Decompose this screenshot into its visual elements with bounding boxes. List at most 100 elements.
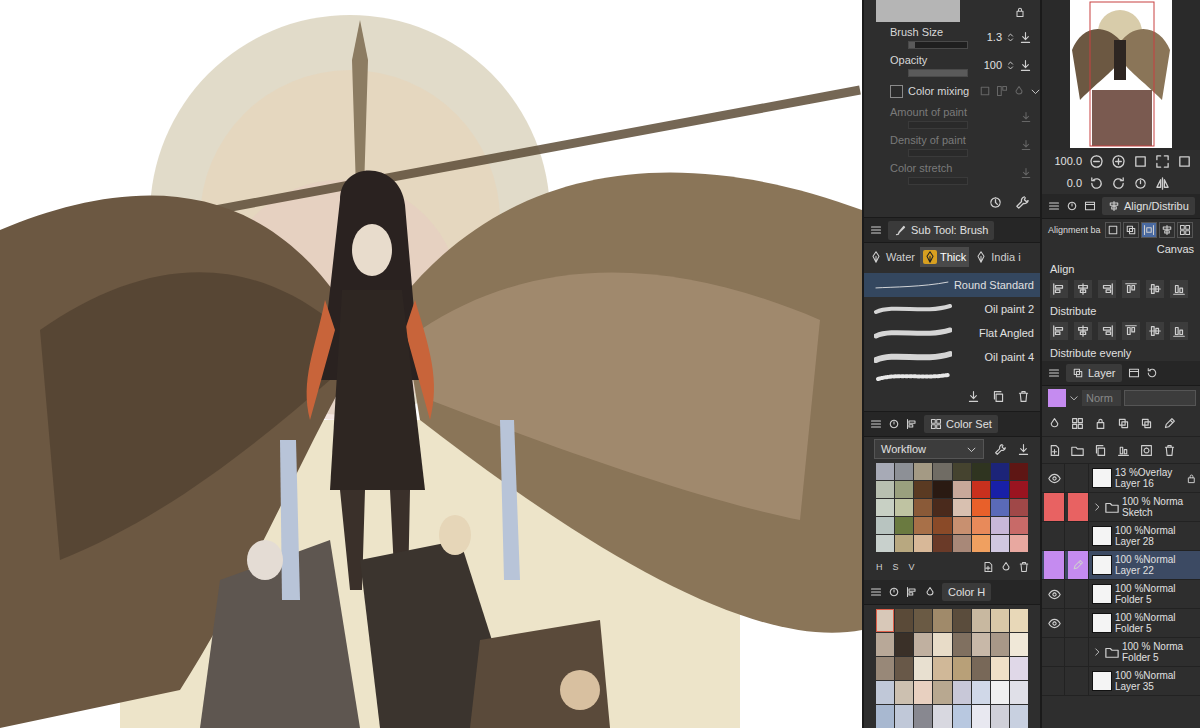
color-swatch[interactable] <box>876 681 894 704</box>
sub-tool-group-tab[interactable]: Water <box>866 247 918 267</box>
color-swatch[interactable] <box>933 481 951 498</box>
edit-target-cell[interactable] <box>1068 638 1089 666</box>
visibility-toggle[interactable] <box>1044 667 1065 695</box>
color-swatch[interactable] <box>933 535 951 552</box>
mix-mode-2-icon[interactable] <box>996 85 1008 97</box>
reference-icon[interactable] <box>1117 417 1130 430</box>
color-wheel-tab-icon[interactable] <box>888 418 900 430</box>
color-swatch[interactable] <box>914 517 932 534</box>
layer-tab[interactable]: Layer <box>1066 364 1122 382</box>
color-swatch[interactable] <box>914 609 932 632</box>
delete-tool-icon[interactable] <box>1017 390 1030 403</box>
layer-row[interactable]: 13 %Overlay Layer 16 <box>1042 464 1200 493</box>
color-mode-button[interactable]: H <box>874 561 885 573</box>
color-swatch[interactable] <box>914 535 932 552</box>
color-swatch[interactable] <box>953 499 971 516</box>
dropdown-icon[interactable] <box>1069 393 1079 403</box>
new-raster-icon[interactable] <box>1048 444 1061 457</box>
mix-mode-1-icon[interactable] <box>979 85 991 97</box>
brush-row[interactable]: Oil paint 2 <box>864 297 1040 321</box>
color-swatch[interactable] <box>972 517 990 534</box>
basis-selection-icon[interactable] <box>1107 224 1119 236</box>
navigator-preview[interactable] <box>1070 0 1172 148</box>
expand-folder-icon[interactable] <box>1092 502 1102 512</box>
color-swatch[interactable] <box>991 705 1009 728</box>
menu-icon[interactable] <box>1048 200 1060 212</box>
color-set-dropdown[interactable]: Workflow <box>874 439 984 459</box>
basis-grid-icon[interactable] <box>1179 224 1191 236</box>
color-swatch[interactable] <box>991 633 1009 656</box>
artwork[interactable] <box>0 0 862 728</box>
brush-row[interactable] <box>864 369 1040 381</box>
color-swatch[interactable] <box>876 517 894 534</box>
zoom-value[interactable]: 100.0 <box>1042 155 1082 167</box>
clip-icon[interactable] <box>1140 417 1153 430</box>
edit-target-cell[interactable] <box>1068 464 1089 492</box>
color-swatch[interactable] <box>914 463 932 480</box>
layer-tab-icon[interactable] <box>1072 367 1084 379</box>
color-swatch[interactable] <box>972 657 990 680</box>
align-top-icon[interactable] <box>1124 282 1138 296</box>
color-mixing-checkbox[interactable] <box>890 85 903 98</box>
stepper-icon[interactable] <box>1005 60 1016 71</box>
color-swatch[interactable] <box>895 481 913 498</box>
color-swatch[interactable] <box>972 609 990 632</box>
layer-lock-icon[interactable] <box>1186 473 1197 484</box>
color-swatch[interactable] <box>953 463 971 480</box>
layer-row[interactable]: 100 %Normal Folder 5 <box>1042 580 1200 609</box>
merge-icon[interactable] <box>1117 444 1130 457</box>
timer-icon[interactable] <box>988 195 1003 210</box>
reset-rotation-icon[interactable] <box>1133 176 1148 191</box>
distribute-center-icon[interactable] <box>1076 324 1090 338</box>
color-history-tab[interactable]: Color H <box>942 583 991 601</box>
color-swatch[interactable] <box>914 681 932 704</box>
color-swatch[interactable] <box>972 535 990 552</box>
color-swatch[interactable] <box>895 499 913 516</box>
folder-icon[interactable] <box>1105 500 1119 514</box>
lock-icon[interactable] <box>1014 6 1026 18</box>
color-swatch[interactable] <box>895 609 913 632</box>
visibility-toggle[interactable] <box>1044 638 1065 666</box>
color-swatch[interactable] <box>933 463 951 480</box>
eye-icon[interactable] <box>1048 617 1061 630</box>
menu-icon[interactable] <box>870 418 882 430</box>
color-slider-tab-icon[interactable] <box>906 586 918 598</box>
color-swatch[interactable] <box>914 499 932 516</box>
flip-icon[interactable] <box>1155 176 1170 191</box>
wrench-icon[interactable] <box>994 443 1007 456</box>
new-folder-icon[interactable] <box>1071 444 1084 457</box>
edit-target-cell[interactable] <box>1068 522 1089 550</box>
color-swatch[interactable] <box>1010 609 1028 632</box>
layer-row[interactable]: 100 %Normal Folder 5 <box>1042 609 1200 638</box>
color-swatch[interactable] <box>1010 681 1028 704</box>
align-tab-icon[interactable] <box>1108 200 1120 212</box>
layer-row[interactable]: 100 %Normal Layer 28 <box>1042 522 1200 551</box>
download-icon[interactable] <box>1020 167 1032 179</box>
color-swatch[interactable] <box>895 657 913 680</box>
mask-icon[interactable] <box>1140 444 1153 457</box>
color-swatch[interactable] <box>933 499 951 516</box>
color-swatch[interactable] <box>953 633 971 656</box>
align-middle-icon[interactable] <box>1148 282 1162 296</box>
color-swatch[interactable] <box>933 681 951 704</box>
color-swatch[interactable] <box>876 633 894 656</box>
color-swatch[interactable] <box>1010 633 1028 656</box>
actual-size-icon[interactable] <box>1133 154 1148 169</box>
layer-row[interactable]: 100 %Normal Layer 35 <box>1042 667 1200 696</box>
basis-ruler-icon[interactable] <box>1161 224 1173 236</box>
lock-transparent-icon[interactable] <box>1071 417 1084 430</box>
brush-icon[interactable] <box>894 224 907 237</box>
color-swatch[interactable] <box>953 481 971 498</box>
pencil-icon[interactable] <box>1072 559 1084 571</box>
color-swatch[interactable] <box>1010 481 1028 498</box>
mix-mode-3-icon[interactable] <box>1013 85 1025 97</box>
color-swatch[interactable] <box>876 499 894 516</box>
color-swatch[interactable] <box>972 633 990 656</box>
layer-row[interactable]: 100 %Normal Layer 22 <box>1042 551 1200 580</box>
color-swatch[interactable] <box>953 681 971 704</box>
download-icon[interactable] <box>1019 59 1032 72</box>
distribute-middle-icon[interactable] <box>1148 324 1162 338</box>
color-swatch[interactable] <box>895 517 913 534</box>
rotation-value[interactable]: 0.0 <box>1042 177 1082 189</box>
fit-window-icon[interactable] <box>1177 154 1192 169</box>
